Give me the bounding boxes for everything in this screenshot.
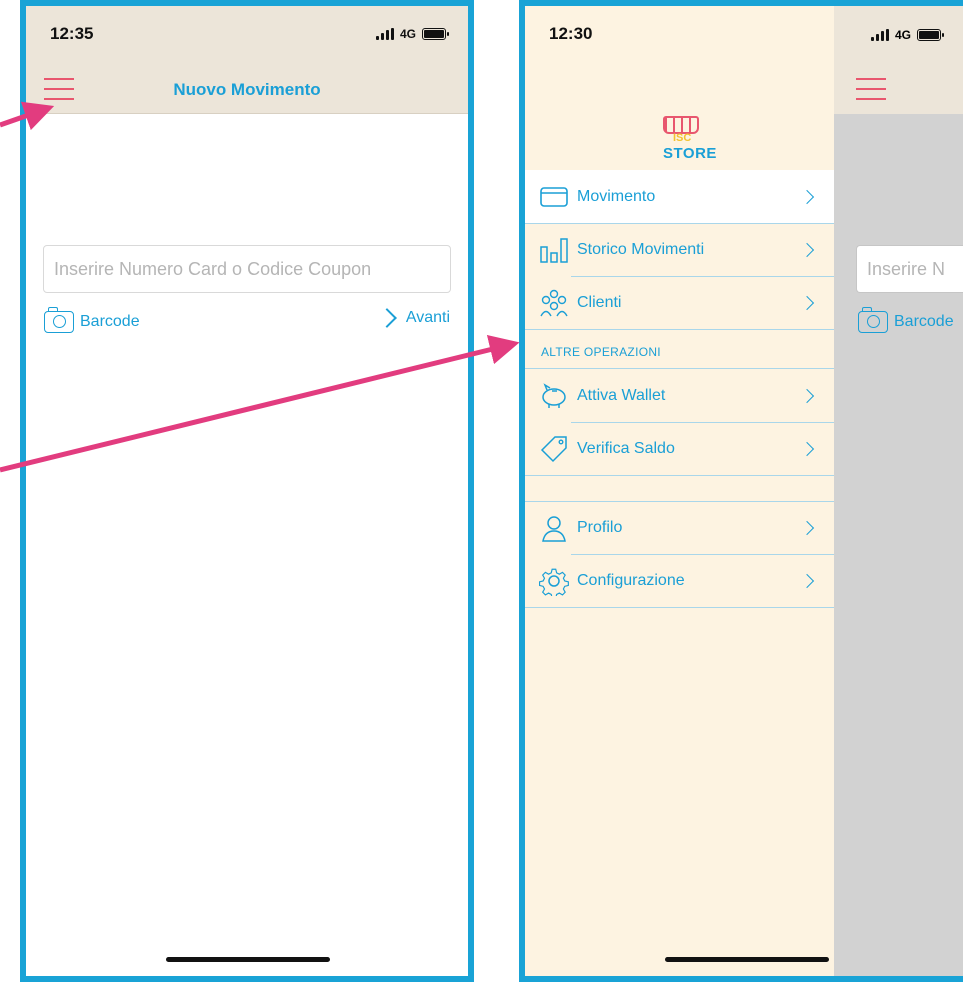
status-bar: 12:35 4G xyxy=(26,6,468,62)
camera-icon xyxy=(44,307,74,333)
chart-icon xyxy=(537,236,571,264)
menu-item-attiva-wallet[interactable]: Attiva Wallet xyxy=(525,369,834,422)
barcode-label: Barcode xyxy=(894,313,954,330)
signal-icon xyxy=(375,28,394,40)
phone-screen-right: 4G Inserire N Barcode 12:30 ISC STORE Mo… xyxy=(519,0,963,982)
status-time: 12:35 xyxy=(50,24,94,43)
divider xyxy=(525,607,834,608)
hamburger-menu-icon[interactable] xyxy=(856,78,886,100)
menu-item-label: Storico Movimenti xyxy=(577,240,705,258)
network-label: 4G xyxy=(399,27,416,41)
divider xyxy=(525,329,834,330)
tag-icon xyxy=(537,435,571,463)
menu-item-label: Profilo xyxy=(577,518,623,536)
home-indicator xyxy=(166,957,330,962)
camera-icon xyxy=(858,307,888,333)
phone-screen-left: 12:35 4G Nuovo Movimento Inserire Numero… xyxy=(20,0,474,982)
dimmed-background[interactable] xyxy=(834,6,963,976)
network-label: 4G xyxy=(895,28,912,42)
background-card-input: Inserire N xyxy=(856,245,963,293)
signal-icon xyxy=(871,29,889,41)
gear-icon xyxy=(537,567,571,596)
piggy-bank-icon xyxy=(537,382,571,410)
side-drawer: 12:30 ISC STORE Movimento Storico Movime… xyxy=(525,6,834,976)
next-button[interactable]: Avanti xyxy=(376,308,450,328)
background-barcode-button: Barcode xyxy=(858,307,954,333)
card-coupon-input[interactable]: Inserire Numero Card o Codice Coupon xyxy=(43,245,451,293)
logo-line2: STORE xyxy=(663,145,717,162)
chevron-right-icon xyxy=(799,189,815,204)
navigation-bar: 12:35 4G Nuovo Movimento xyxy=(26,6,468,114)
status-indicators: 4G xyxy=(375,27,449,41)
status-time: 12:30 xyxy=(549,24,593,43)
barcode-label: Barcode xyxy=(80,313,140,330)
menu-item-profilo[interactable]: Profilo xyxy=(525,501,834,554)
barcode-button[interactable]: Barcode xyxy=(44,307,140,333)
home-indicator xyxy=(665,957,829,962)
menu-item-verifica-saldo[interactable]: Verifica Saldo xyxy=(525,422,834,475)
divider xyxy=(525,475,834,476)
next-label: Avanti xyxy=(405,309,450,326)
menu-item-label: Verifica Saldo xyxy=(577,439,675,457)
chevron-right-icon xyxy=(799,388,815,403)
background-navigation-bar xyxy=(834,6,963,114)
menu-item-label: Clienti xyxy=(577,293,622,311)
people-icon xyxy=(537,289,571,317)
card-icon xyxy=(537,183,571,211)
user-icon xyxy=(537,514,571,542)
section-header-altre-operazioni: ALTRE OPERAZIONI xyxy=(541,345,661,359)
battery-icon xyxy=(917,29,945,41)
logo-line1: ISC xyxy=(673,132,692,144)
menu-item-label: Attiva Wallet xyxy=(577,386,666,404)
menu-item-label: Configurazione xyxy=(577,571,685,589)
chevron-right-icon xyxy=(799,295,815,310)
page-title: Nuovo Movimento xyxy=(173,80,321,99)
menu-item-configurazione[interactable]: Configurazione xyxy=(525,554,834,607)
chevron-right-icon xyxy=(376,308,397,328)
menu-item-clienti[interactable]: Clienti xyxy=(525,276,834,329)
status-indicators: 4G xyxy=(871,28,945,42)
chevron-right-icon xyxy=(799,441,815,456)
isc-store-logo: ISC STORE xyxy=(653,114,716,164)
menu-item-label: Movimento xyxy=(577,187,656,205)
chevron-right-icon xyxy=(799,520,815,535)
menu-item-storico-movimenti[interactable]: Storico Movimenti xyxy=(525,223,834,276)
battery-icon xyxy=(422,28,449,40)
menu-item-movimento[interactable]: Movimento xyxy=(525,170,834,223)
chevron-right-icon xyxy=(799,573,815,588)
chevron-right-icon xyxy=(799,242,815,257)
